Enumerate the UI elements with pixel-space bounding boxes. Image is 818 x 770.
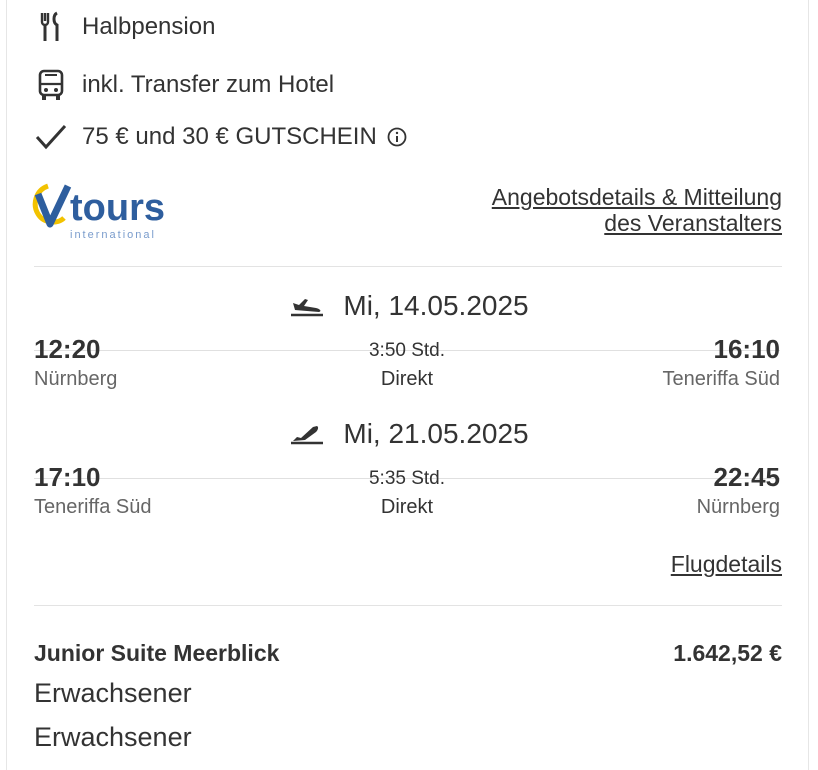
return-flight-type: Direkt <box>380 496 434 518</box>
outbound-date-row: Mi, 14.05.2025 <box>0 290 818 322</box>
logo-text: tours <box>70 187 165 229</box>
feature-transfer: inkl. Transfer zum Hotel <box>34 68 334 102</box>
offer-details-link-line2[interactable]: des Veranstalters <box>492 210 782 236</box>
vtours-logo: tours international <box>32 180 182 242</box>
return-date: Mi, 21.05.2025 <box>343 418 529 449</box>
outbound-duration: 3:50 Std. <box>368 340 446 361</box>
outbound-date: Mi, 14.05.2025 <box>343 290 529 321</box>
outbound-arrival-time: 16:10 <box>713 334 781 364</box>
room-name: Junior Suite Meerblick <box>34 640 280 666</box>
bus-icon <box>34 68 68 102</box>
offer-details-link[interactable]: Angebotsdetails & Mitteilung des Veranst… <box>492 184 782 236</box>
flight-details-link[interactable]: Flugdetails <box>671 551 782 578</box>
guest-label: Erwachsener <box>34 722 192 752</box>
outbound-arrival-city: Teneriffa Süd <box>662 368 781 390</box>
feature-meal-text: Halbpension <box>82 13 216 40</box>
offer-details-link-line1[interactable]: Angebotsdetails & Mitteilung <box>492 184 782 210</box>
outbound-flight: 12:20 3:50 Std. 16:10 Nürnberg Direkt Te… <box>34 334 780 394</box>
logo-subtext: international <box>70 229 156 241</box>
room-price: 1.642,52 € <box>673 640 782 666</box>
feature-transfer-text: inkl. Transfer zum Hotel <box>82 71 335 98</box>
return-duration: 5:35 Std. <box>368 468 446 489</box>
plane-arrival-icon <box>289 422 325 446</box>
feature-voucher-text: 75 € und 30 € GUTSCHEIN <box>82 123 377 150</box>
info-icon[interactable] <box>387 127 407 147</box>
return-flight: 17:10 5:35 Std. 22:45 Teneriffa Süd Dire… <box>34 462 780 522</box>
feature-voucher: 75 € und 30 € GUTSCHEIN <box>34 120 407 154</box>
guest-label: Erwachsener <box>34 678 192 708</box>
return-arrival-time: 22:45 <box>713 462 781 492</box>
checkmark-icon <box>34 120 68 154</box>
cutlery-icon <box>34 10 68 44</box>
feature-meal: Halbpension <box>34 10 215 44</box>
return-arrival-city: Nürnberg <box>696 496 780 518</box>
divider <box>34 266 782 267</box>
divider <box>34 605 782 606</box>
return-date-row: Mi, 21.05.2025 <box>0 418 818 450</box>
plane-departure-icon <box>289 294 325 318</box>
